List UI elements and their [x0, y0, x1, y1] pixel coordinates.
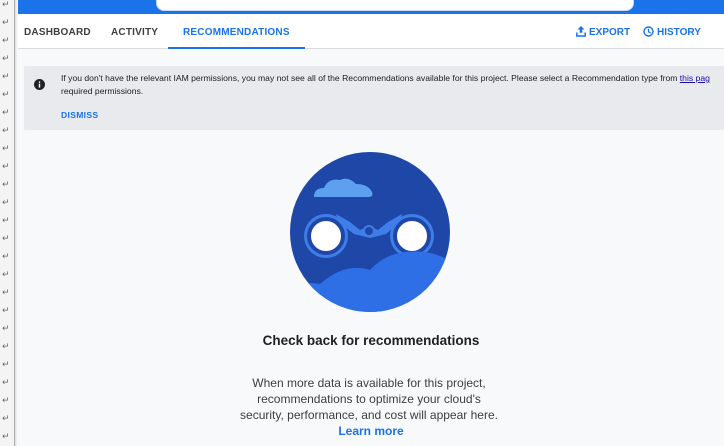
return-arrow-icon: ↵ — [2, 54, 10, 64]
empty-state-line2: recommendations to optimize your cloud's — [257, 392, 481, 406]
permissions-banner: If you don't have the relevant IAM permi… — [24, 66, 724, 130]
empty-state-line1: When more data is available for this pro… — [252, 376, 486, 390]
learn-more-link[interactable]: Learn more — [18, 424, 724, 438]
return-arrow-icon: ↵ — [2, 18, 10, 28]
return-arrow-icon: ↵ — [2, 234, 10, 244]
top-app-bar — [18, 0, 724, 14]
return-arrow-icon: ↵ — [2, 162, 10, 172]
dismiss-button[interactable]: DISMISS — [61, 110, 98, 120]
empty-state-description: When more data is available for this pro… — [218, 375, 520, 423]
return-arrow-icon: ↵ — [2, 432, 10, 442]
banner-text-line1: If you don't have the relevant IAM permi… — [61, 73, 680, 83]
banner-text-line2: required permissions. — [61, 86, 144, 96]
search-input[interactable] — [156, 0, 634, 11]
export-icon — [576, 16, 586, 53]
tab-dashboard[interactable]: DASHBOARD — [24, 14, 91, 48]
return-arrow-icon: ↵ — [2, 306, 10, 316]
this-page-link[interactable]: this pag — [680, 73, 710, 83]
return-arrow-icon: ↵ — [2, 108, 10, 118]
empty-state-title: Check back for recommendations — [262, 333, 480, 348]
return-arrow-icon: ↵ — [2, 414, 10, 424]
return-arrow-icon: ↵ — [2, 270, 10, 280]
return-arrow-icon: ↵ — [2, 72, 10, 82]
return-arrow-icon: ↵ — [2, 180, 10, 190]
export-button[interactable]: EXPORT — [576, 14, 630, 48]
binoculars-illustration — [290, 152, 450, 312]
tab-recommendations[interactable]: RECOMMENDATIONS — [168, 14, 305, 49]
tab-activity[interactable]: ACTIVITY — [111, 14, 158, 48]
return-arrow-icon: ↵ — [2, 0, 10, 10]
return-arrow-icon: ↵ — [2, 288, 10, 298]
return-arrow-icon: ↵ — [2, 396, 10, 406]
return-arrow-icon: ↵ — [2, 90, 10, 100]
tab-bar: DASHBOARD ACTIVITY RECOMMENDATIONS EXPOR… — [18, 14, 724, 49]
return-arrow-icon: ↵ — [2, 378, 10, 388]
return-arrow-icon: ↵ — [2, 216, 10, 226]
export-label: EXPORT — [589, 27, 631, 38]
history-button[interactable]: HISTORY — [643, 14, 701, 48]
info-icon — [34, 79, 45, 90]
return-arrow-icon: ↵ — [2, 360, 10, 370]
return-arrow-icon: ↵ — [2, 324, 10, 334]
recommendations-panel: If you don't have the relevant IAM permi… — [18, 49, 724, 446]
history-icon — [643, 16, 654, 53]
return-arrow-icon: ↵ — [2, 36, 10, 46]
editor-gutter: ↵ ↵ ↵ ↵ ↵ ↵ ↵ ↵ ↵ ↵ ↵ ↵ ↵ ↵ ↵ ↵ ↵ ↵ ↵ ↵ ↵ ↵ ↵ ↵ ↵ — [0, 0, 15, 446]
history-label: HISTORY — [657, 27, 701, 38]
return-arrow-icon: ↵ — [2, 144, 10, 154]
return-arrow-icon: ↵ — [2, 126, 10, 136]
return-arrow-icon: ↵ — [2, 252, 10, 262]
empty-state-line3: security, performance, and cost will app… — [240, 408, 498, 422]
return-arrow-icon: ↵ — [2, 342, 10, 352]
return-arrow-icon: ↵ — [2, 198, 10, 208]
banner-message: If you don't have the relevant IAM permi… — [61, 72, 724, 98]
